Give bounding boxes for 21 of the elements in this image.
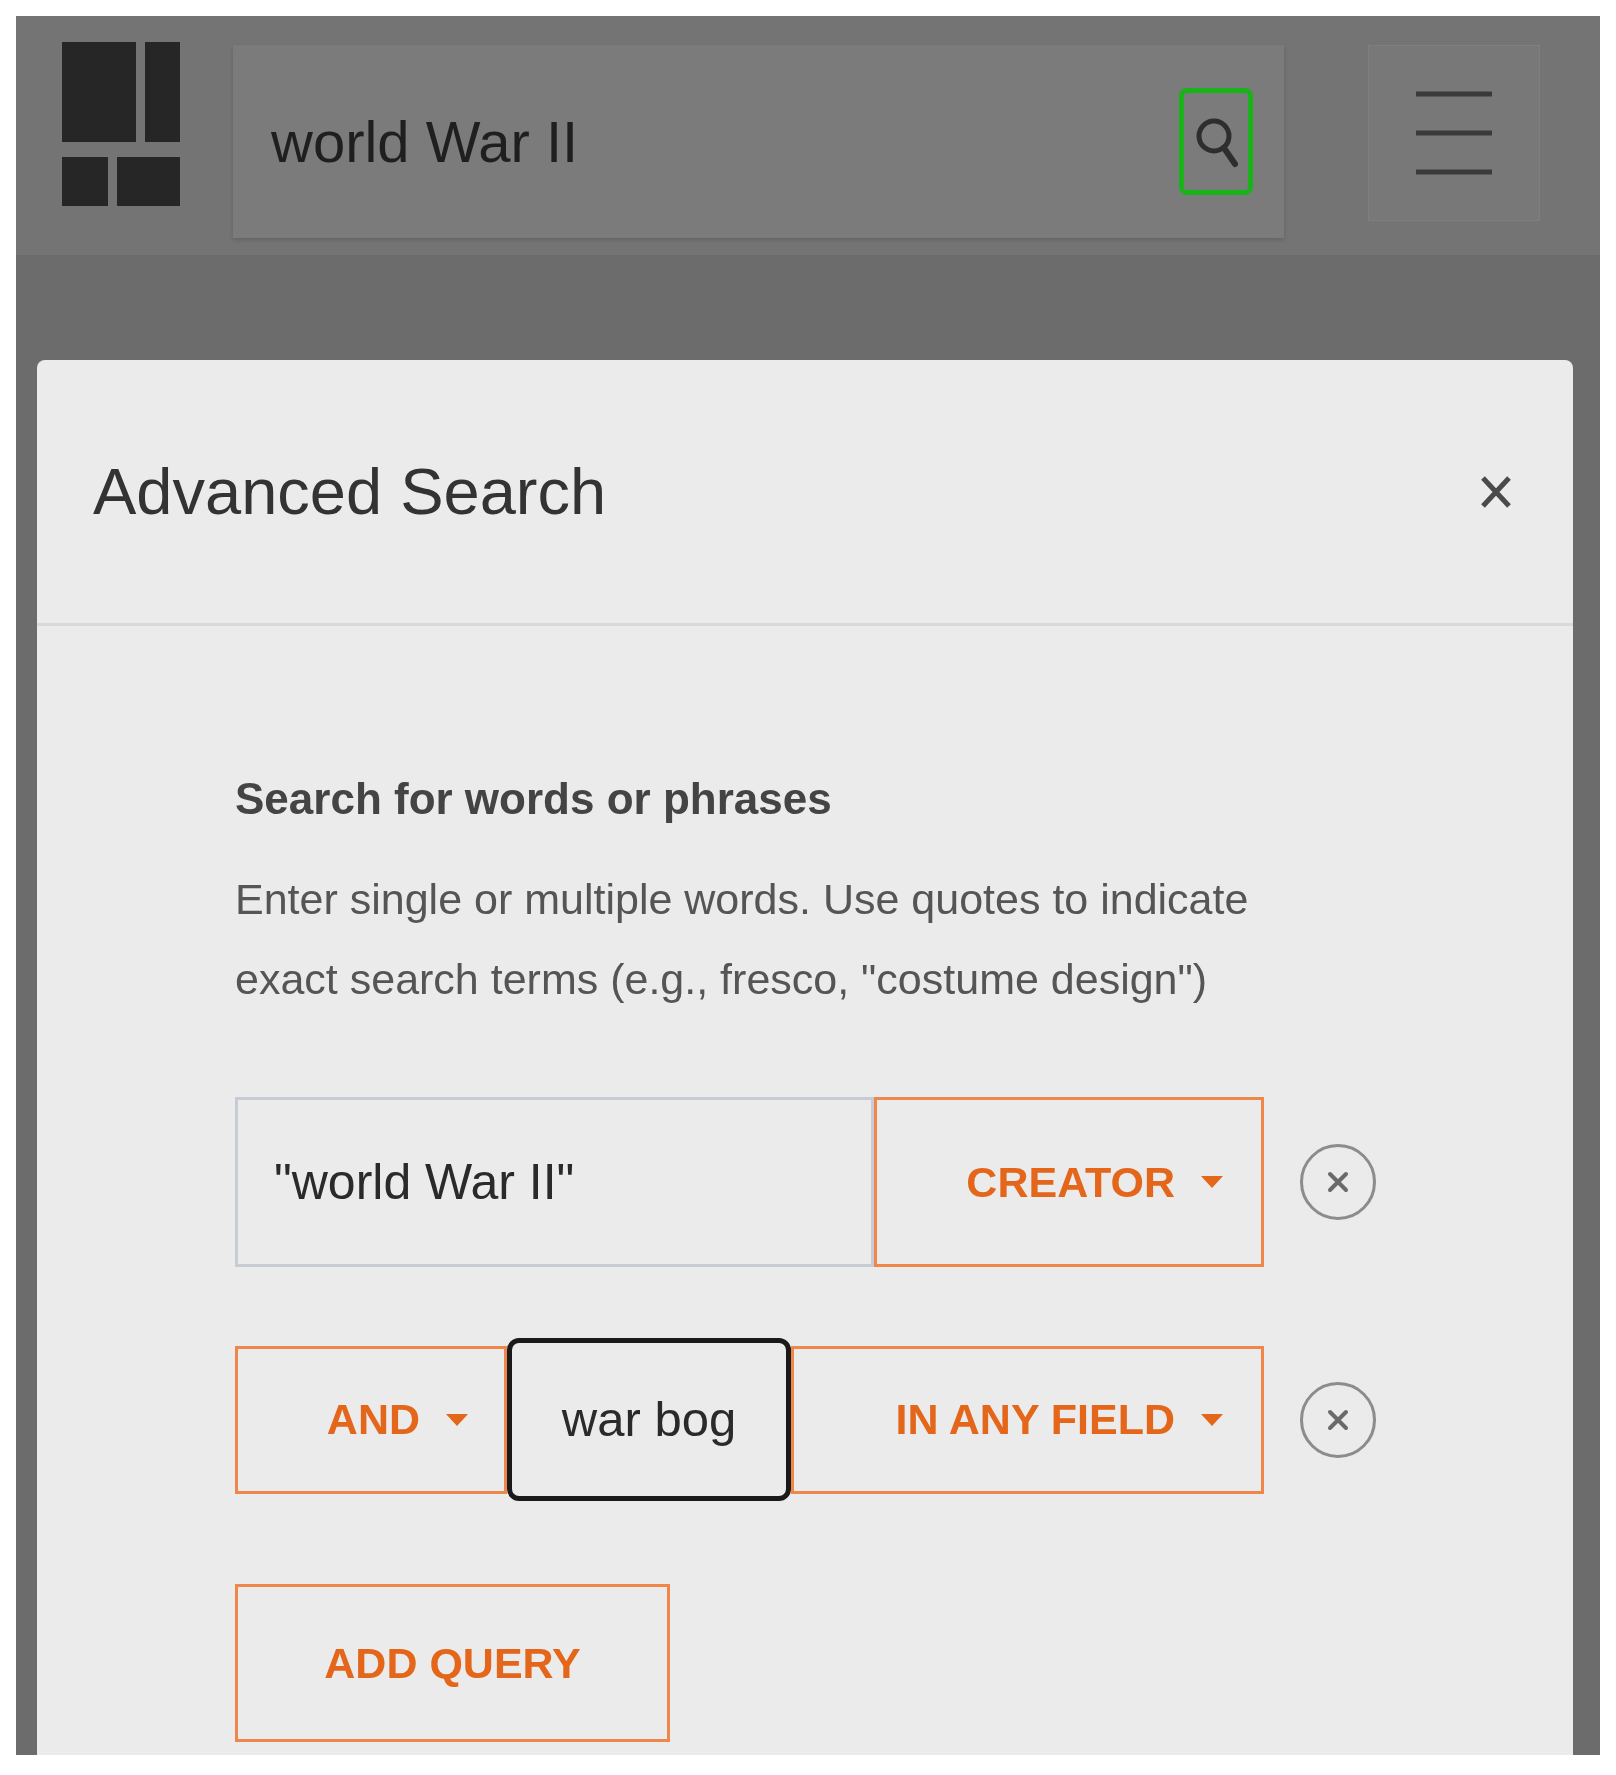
- help-text: Enter single or multiple words. Use quotes to indicate exact search terms (e.g., fresco, "costume design"): [235, 874, 1250, 1005]
- menu-button[interactable]: [1368, 45, 1540, 221]
- field-dropdown[interactable]: IN ANY FIELD: [791, 1345, 1264, 1494]
- operator-dropdown[interactable]: AND: [235, 1345, 507, 1494]
- add-query-button[interactable]: ADD QUERY: [235, 1584, 670, 1742]
- menu-icon: [1416, 91, 1492, 175]
- search-button[interactable]: [1179, 88, 1253, 195]
- x-icon: [1327, 1408, 1349, 1431]
- section-heading: Search for words or phrases: [235, 773, 832, 825]
- caret-icon: [1201, 1176, 1223, 1188]
- field-dropdown[interactable]: CREATOR: [874, 1097, 1264, 1267]
- remove-button[interactable]: [1300, 1381, 1376, 1458]
- x-icon: [1327, 1171, 1349, 1193]
- caret-icon: [1201, 1413, 1223, 1426]
- search-field[interactable]: world War II: [233, 45, 1284, 238]
- caret-icon: [446, 1413, 468, 1426]
- query-field[interactable]: "world War II": [235, 1097, 874, 1267]
- logo-icon[interactable]: [62, 42, 180, 206]
- query-field[interactable]: war bog: [507, 1338, 791, 1501]
- dialog-title: Advanced Search: [93, 453, 607, 530]
- remove-button[interactable]: [1300, 1144, 1376, 1220]
